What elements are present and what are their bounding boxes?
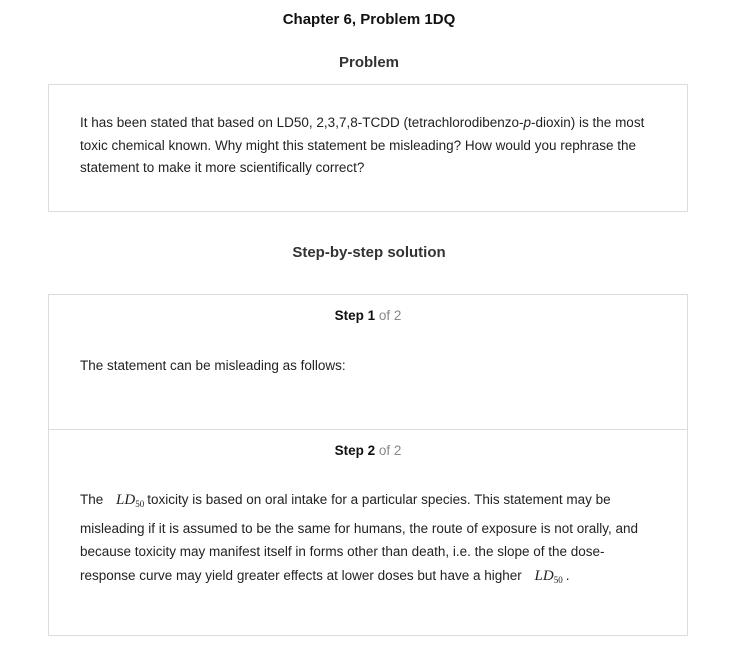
solution-box: Step 1 of 2 The statement can be mislead… (48, 294, 688, 636)
step-2-of-total: of 2 (378, 443, 402, 458)
page-title: Chapter 6, Problem 1DQ (282, 11, 456, 28)
step-1: Step 1 of 2 The statement can be mislead… (49, 295, 687, 430)
problem-text-italic: p (523, 115, 532, 130)
step-2-text-end: . (565, 567, 570, 583)
problem-text-part-1: It has been stated that based on LD50, 2… (80, 115, 524, 130)
step-1-text: The statement can be misleading as follo… (80, 358, 346, 373)
step-1-word: Step 1 (334, 308, 376, 323)
step-2-label: Step 2 of 2 (49, 443, 687, 458)
ld50-math-1: LD50 (116, 492, 145, 509)
step-2-text-start: The (80, 492, 104, 507)
solution-heading: Step-by-step solution (292, 244, 446, 261)
problem-text: It has been stated that based on LD50, 2… (80, 112, 660, 180)
step-2-text: The LD50 toxicity is based on oral intake… (80, 488, 660, 592)
problem-box: It has been stated that based on LD50, 2… (48, 84, 688, 212)
step-1-label: Step 1 of 2 (49, 308, 687, 323)
problem-heading: Problem (338, 54, 399, 71)
step-2-word: Step 2 (334, 443, 376, 458)
ld50-math-2: LD50 (534, 567, 563, 585)
step-2: Step 2 of 2 The LD50 toxicity is based on… (49, 430, 687, 635)
step-1-of-total: of 2 (378, 308, 402, 323)
